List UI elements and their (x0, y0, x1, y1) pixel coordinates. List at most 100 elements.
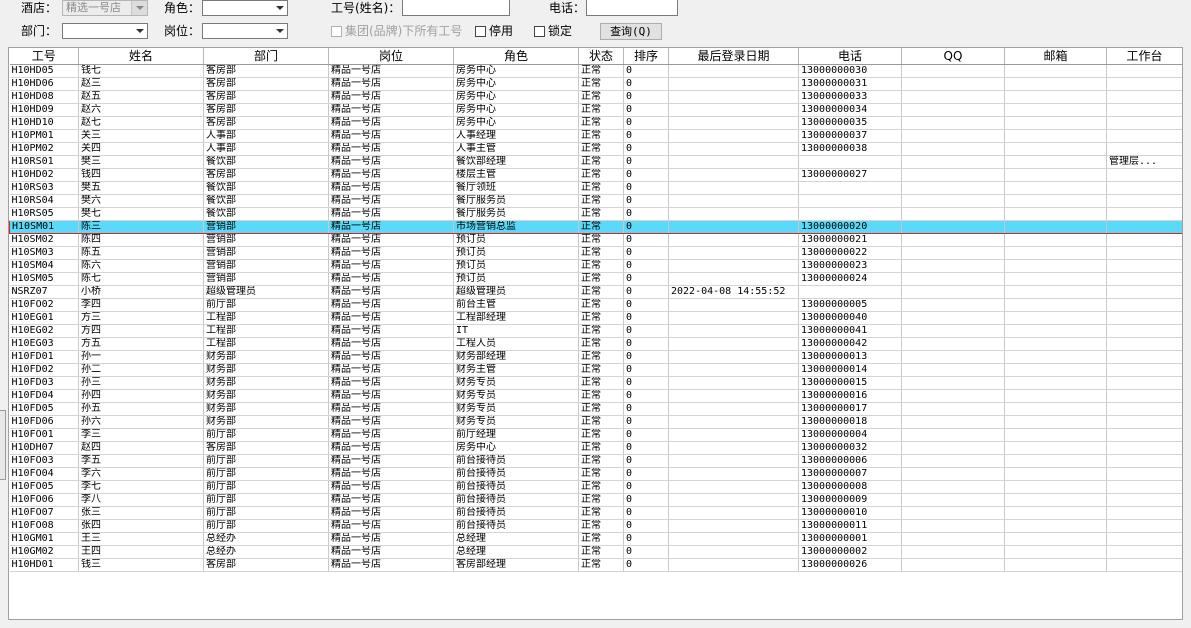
cell-qq[interactable] (901, 77, 1005, 91)
cell-name[interactable]: 李八 (78, 493, 204, 507)
cell-role[interactable]: 工程部经理 (453, 311, 579, 325)
cell-employee-id[interactable]: H10EG02 (9, 324, 79, 338)
cell-email[interactable] (1004, 220, 1107, 234)
cell-workspace[interactable] (1106, 545, 1182, 559)
cell-last-login[interactable] (668, 480, 799, 494)
cell-last-login[interactable] (668, 415, 799, 429)
cell-qq[interactable] (901, 103, 1005, 117)
cell-status[interactable]: 正常 (578, 441, 624, 455)
cell-status[interactable]: 正常 (578, 155, 624, 169)
cell-status[interactable]: 正常 (578, 129, 624, 143)
cell-workspace[interactable] (1106, 402, 1182, 416)
cell-workspace[interactable] (1106, 246, 1182, 260)
cell-phone[interactable]: 13000000026 (798, 558, 902, 572)
cell-email[interactable] (1004, 168, 1107, 182)
cell-sort-order[interactable]: 0 (623, 259, 669, 273)
cell-qq[interactable] (901, 181, 1005, 195)
cell-workspace[interactable] (1106, 207, 1182, 221)
cell-status[interactable]: 正常 (578, 233, 624, 247)
cell-department[interactable]: 营销部 (203, 233, 329, 247)
cell-department[interactable]: 客房部 (203, 64, 329, 78)
cell-email[interactable] (1004, 207, 1107, 221)
cell-email[interactable] (1004, 259, 1107, 273)
cell-role[interactable]: 前台接待员 (453, 506, 579, 520)
table-row[interactable]: H10FD06 孙六 财务部 精品一号店 财务专员 正常 0 13000000018 (9, 415, 1182, 429)
cell-position[interactable]: 精品一号店 (328, 350, 454, 364)
cell-email[interactable] (1004, 389, 1107, 403)
cell-name[interactable]: 李四 (78, 298, 204, 312)
cell-position[interactable]: 精品一号店 (328, 506, 454, 520)
cell-email[interactable] (1004, 64, 1107, 78)
cell-qq[interactable] (901, 142, 1005, 156)
cell-email[interactable] (1004, 285, 1107, 299)
cell-status[interactable]: 正常 (578, 415, 624, 429)
cell-position[interactable]: 精品一号店 (328, 116, 454, 130)
cell-qq[interactable] (901, 480, 1005, 494)
cell-email[interactable] (1004, 454, 1107, 468)
cell-sort-order[interactable]: 0 (623, 129, 669, 143)
cell-workspace[interactable] (1106, 194, 1182, 208)
cell-status[interactable]: 正常 (578, 324, 624, 338)
cell-qq[interactable] (901, 376, 1005, 390)
cell-email[interactable] (1004, 155, 1107, 169)
cell-role[interactable]: 餐饮部经理 (453, 155, 579, 169)
cell-qq[interactable] (901, 402, 1005, 416)
cell-employee-id[interactable]: H10FO07 (9, 506, 79, 520)
cell-employee-id[interactable]: H10FO08 (9, 519, 79, 533)
cell-phone[interactable]: 13000000027 (798, 168, 902, 182)
department-select[interactable] (62, 23, 148, 39)
cell-employee-id[interactable]: H10FD02 (9, 363, 79, 377)
table-row[interactable]: H10FO08 张四 前厅部 精品一号店 前台接待员 正常 0 13000000011 (9, 519, 1182, 533)
column-header-role[interactable]: 角色 (453, 48, 579, 65)
cell-sort-order[interactable]: 0 (623, 155, 669, 169)
cell-status[interactable]: 正常 (578, 207, 624, 221)
cell-workspace[interactable] (1106, 506, 1182, 520)
table-row[interactable]: H10FO07 张三 前厅部 精品一号店 前台接待员 正常 0 13000000010 (9, 506, 1182, 520)
cell-last-login[interactable] (668, 441, 799, 455)
cell-department[interactable]: 工程部 (203, 337, 329, 351)
cell-status[interactable]: 正常 (578, 272, 624, 286)
cell-qq[interactable] (901, 519, 1005, 533)
table-row[interactable]: H10RS04 樊六 餐饮部 精品一号店 餐厅服务员 正常 0 (9, 194, 1182, 208)
cell-position[interactable]: 精品一号店 (328, 90, 454, 104)
cell-status[interactable]: 正常 (578, 493, 624, 507)
cell-department[interactable]: 营销部 (203, 259, 329, 273)
cell-name[interactable]: 陈七 (78, 272, 204, 286)
cell-role[interactable]: 前台接待员 (453, 493, 579, 507)
cell-workspace[interactable] (1106, 519, 1182, 533)
cell-role[interactable]: 前台接待员 (453, 480, 579, 494)
cell-status[interactable]: 正常 (578, 545, 624, 559)
cell-qq[interactable] (901, 415, 1005, 429)
cell-qq[interactable] (901, 285, 1005, 299)
cell-name[interactable]: 李三 (78, 428, 204, 442)
table-row[interactable]: H10HD10 赵七 客房部 精品一号店 房务中心 正常 0 13000000035 (9, 116, 1182, 130)
cell-workspace[interactable] (1106, 181, 1182, 195)
table-row[interactable]: H10RS03 樊五 餐饮部 精品一号店 餐厅领班 正常 0 (9, 181, 1182, 195)
cell-name[interactable]: 赵七 (78, 116, 204, 130)
cell-position[interactable]: 精品一号店 (328, 441, 454, 455)
cell-employee-id[interactable]: H10EG03 (9, 337, 79, 351)
cell-phone[interactable]: 13000000013 (798, 350, 902, 364)
cell-phone[interactable]: 13000000009 (798, 493, 902, 507)
table-row[interactable]: H10FO05 李七 前厅部 精品一号店 前台接待员 正常 0 13000000008 (9, 480, 1182, 494)
table-row[interactable]: H10EG02 方四 工程部 精品一号店 IT 正常 0 13000000041 (9, 324, 1182, 338)
cell-phone[interactable]: 13000000020 (798, 220, 902, 234)
cell-position[interactable]: 精品一号店 (328, 142, 454, 156)
cell-name[interactable]: 陈五 (78, 246, 204, 260)
cell-qq[interactable] (901, 311, 1005, 325)
table-row[interactable]: H10FD03 孙三 财务部 精品一号店 财务专员 正常 0 13000000015 (9, 376, 1182, 390)
cell-department[interactable]: 工程部 (203, 311, 329, 325)
cell-phone[interactable] (798, 155, 902, 169)
cell-role[interactable]: 财务主管 (453, 363, 579, 377)
cell-last-login[interactable] (668, 90, 799, 104)
cell-department[interactable]: 财务部 (203, 415, 329, 429)
cell-name[interactable]: 李六 (78, 467, 204, 481)
cell-workspace[interactable] (1106, 467, 1182, 481)
cell-employee-id[interactable]: H10SM05 (9, 272, 79, 286)
cell-name[interactable]: 樊五 (78, 181, 204, 195)
cell-sort-order[interactable]: 0 (623, 415, 669, 429)
cell-role[interactable]: 房务中心 (453, 90, 579, 104)
cell-sort-order[interactable]: 0 (623, 506, 669, 520)
cell-last-login[interactable] (668, 129, 799, 143)
cell-role[interactable]: 餐厅领班 (453, 181, 579, 195)
